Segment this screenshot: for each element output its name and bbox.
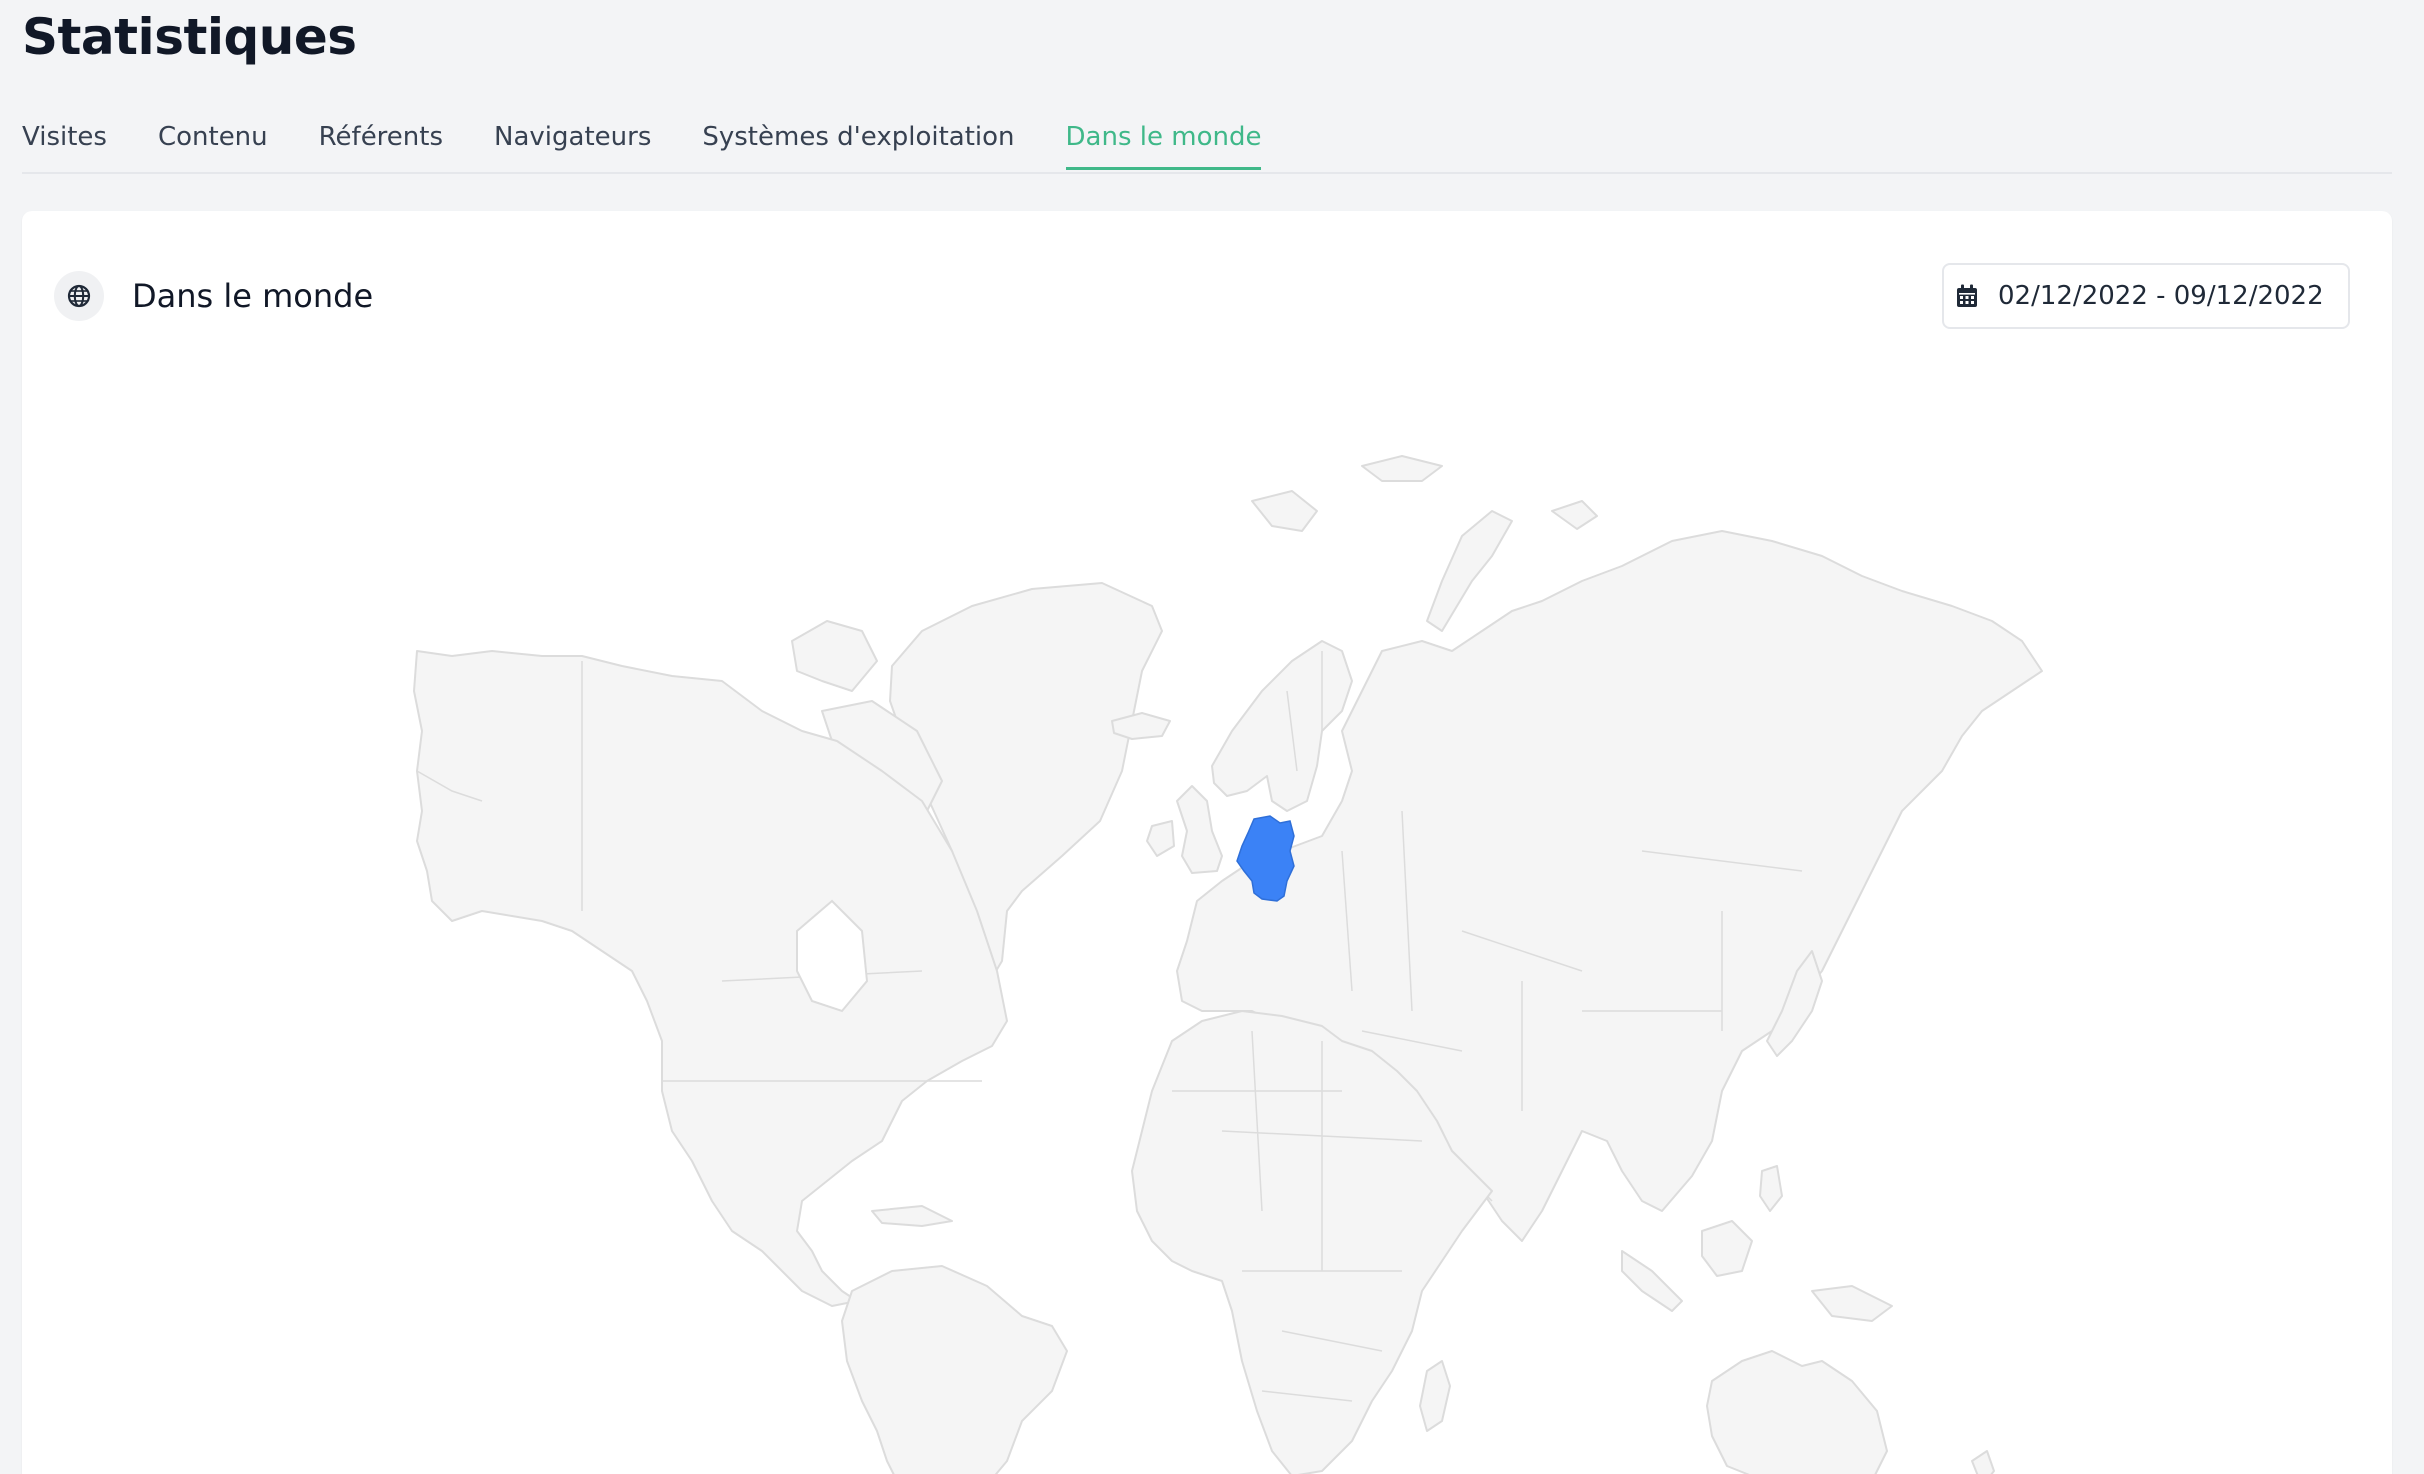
- tab-systemes-exploitation[interactable]: Systèmes d'exploitation: [702, 112, 1014, 170]
- borneo-shape: [1701, 1220, 1753, 1277]
- tab-contenu[interactable]: Contenu: [158, 112, 268, 170]
- sumatra-shape: [1621, 1250, 1683, 1312]
- south-america-shape: [841, 1265, 1068, 1474]
- madagascar-shape: [1419, 1360, 1451, 1432]
- ireland-shape: [1146, 820, 1175, 857]
- world-map-land: [413, 455, 2043, 1474]
- new-zealand-shape: [1971, 1450, 1995, 1474]
- tab-dans-le-monde[interactable]: Dans le monde: [1065, 112, 1262, 170]
- stats-tabs: Visites Contenu Référents Navigateurs Sy…: [22, 112, 2392, 174]
- world-map-card: Dans le monde 02/12/2022 - 09/12/2022: [22, 211, 2392, 1474]
- tab-navigateurs[interactable]: Navigateurs: [494, 112, 651, 170]
- new-guinea-shape: [1811, 1285, 1893, 1322]
- philippines-shape: [1759, 1165, 1783, 1212]
- arctic-islands-shape: [791, 620, 878, 692]
- novaya-zemlya-shape: [1426, 510, 1513, 632]
- page-title: Statistiques: [22, 8, 357, 66]
- great-britain-shape: [1176, 785, 1223, 874]
- statistics-page: Statistiques Visites Contenu Référents N…: [0, 0, 2424, 1474]
- cuba-shape: [871, 1205, 953, 1227]
- world-map: [413, 455, 2043, 1474]
- siberian-islands-shape: [1551, 500, 1598, 530]
- svalbard-shape: [1251, 490, 1318, 532]
- scandinavia-shape: [1211, 640, 1353, 812]
- tab-visites[interactable]: Visites: [22, 112, 107, 170]
- tab-referents[interactable]: Référents: [319, 112, 443, 170]
- franz-josef-shape: [1361, 455, 1443, 482]
- australia-shape: [1706, 1350, 1888, 1474]
